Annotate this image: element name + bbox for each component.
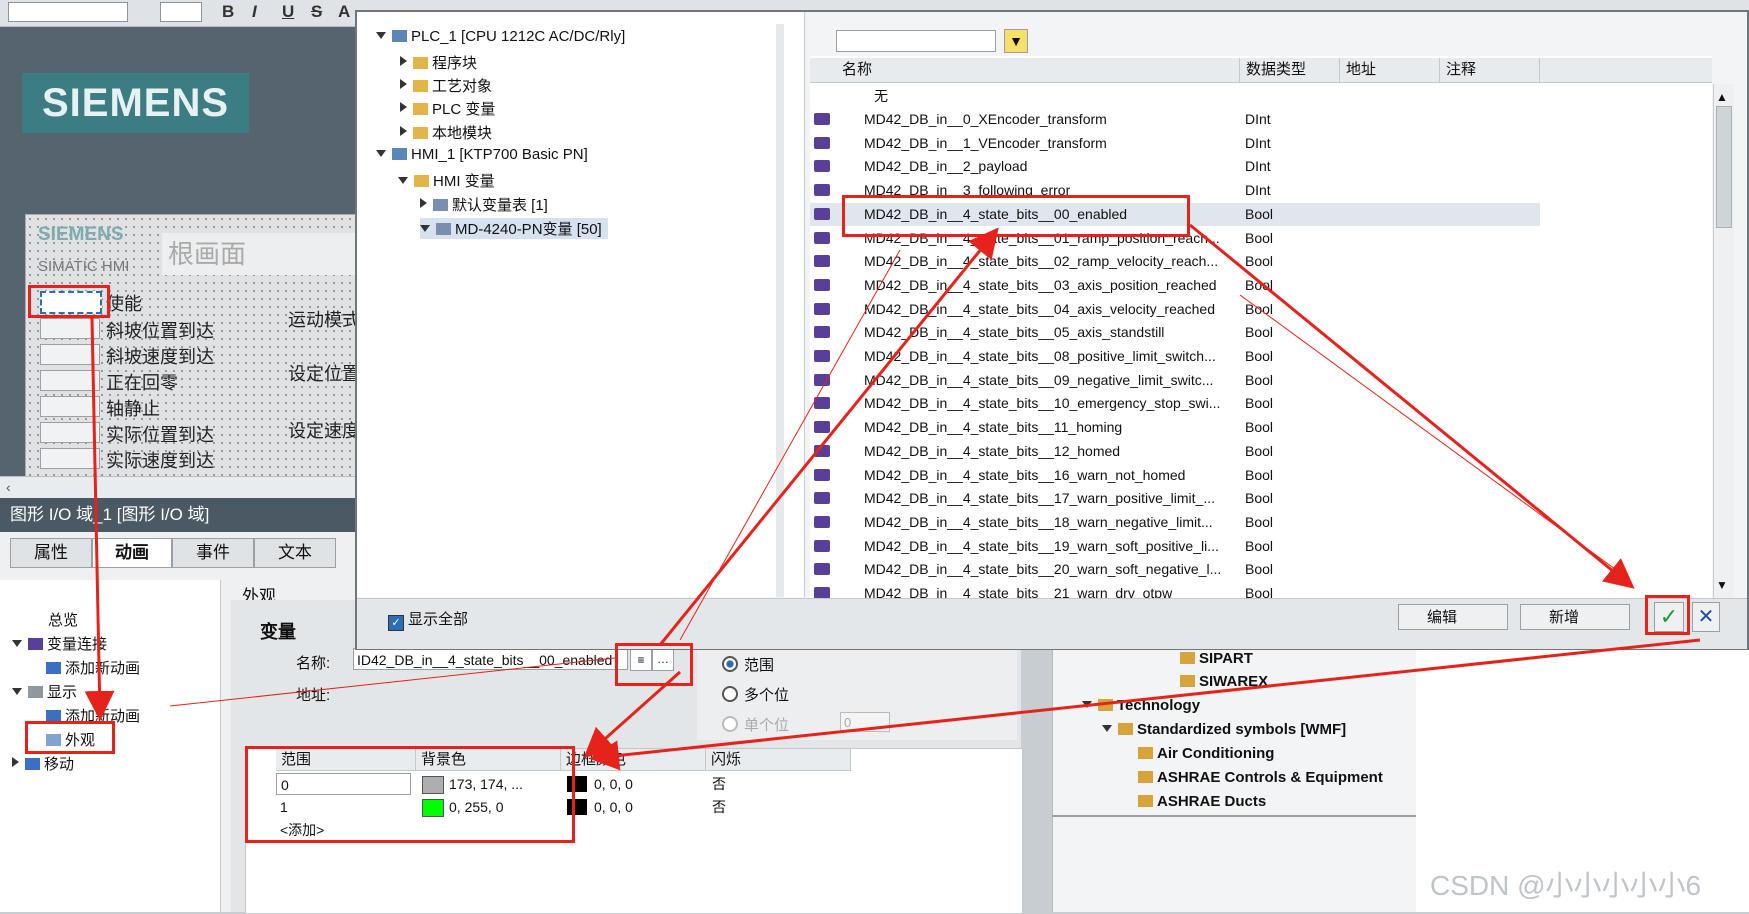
arrow-confirm-to-table [589, 638, 1701, 771]
arrow-io-to-appearance [84, 317, 115, 721]
arrow-browse-to-table [583, 670, 681, 758]
thin-line [679, 249, 901, 641]
thin-line [169, 657, 616, 707]
annotation-arrows [84, 223, 1701, 771]
thin-line [1239, 294, 1631, 581]
watermark: CSDN @小小小小小6 [1430, 870, 1702, 901]
arrow-browse-to-tag [658, 227, 999, 646]
arrow-tag-to-confirm [1189, 223, 1635, 589]
